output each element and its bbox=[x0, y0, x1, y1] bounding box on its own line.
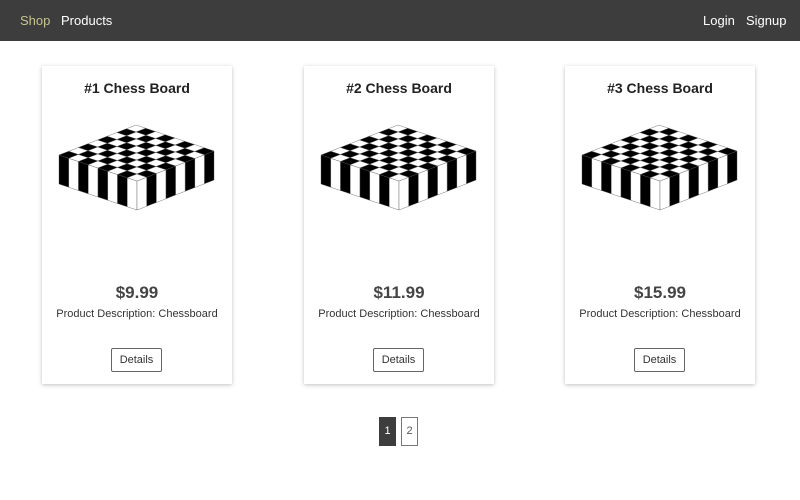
product-price: $15.99 bbox=[634, 283, 686, 302]
product-card: #1 Chess Board $9.99 Product Description… bbox=[42, 66, 232, 384]
product-description: Product Description: Chessboard bbox=[56, 308, 218, 320]
product-title: #2 Chess Board bbox=[346, 80, 452, 96]
nav-link-signup[interactable]: Signup bbox=[746, 0, 786, 41]
nav-brand-shop[interactable]: Shop bbox=[20, 0, 50, 41]
nav-link-products[interactable]: Products bbox=[61, 0, 112, 41]
product-title: #1 Chess Board bbox=[84, 80, 190, 96]
pagination-page-1[interactable]: 1 bbox=[379, 417, 396, 446]
product-card: #3 Chess Board $15.99 Product Descriptio… bbox=[565, 66, 755, 384]
product-card: #2 Chess Board $11.99 Product Descriptio… bbox=[304, 66, 494, 384]
product-price: $11.99 bbox=[373, 283, 425, 302]
product-description: Product Description: Chessboard bbox=[318, 308, 480, 320]
product-description: Product Description: Chessboard bbox=[579, 308, 741, 320]
details-button[interactable]: Details bbox=[373, 348, 424, 372]
product-price: $9.99 bbox=[115, 283, 159, 302]
chessboard-image[interactable] bbox=[318, 122, 480, 250]
pagination-page-2[interactable]: 2 bbox=[401, 417, 418, 446]
top-navbar: Shop Products Login Signup bbox=[0, 0, 800, 41]
nav-link-login[interactable]: Login bbox=[703, 0, 735, 41]
product-title: #3 Chess Board bbox=[607, 80, 713, 96]
details-button[interactable]: Details bbox=[634, 348, 685, 372]
chessboard-image[interactable] bbox=[56, 122, 218, 250]
chessboard-image[interactable] bbox=[579, 122, 741, 250]
details-button[interactable]: Details bbox=[111, 348, 162, 372]
